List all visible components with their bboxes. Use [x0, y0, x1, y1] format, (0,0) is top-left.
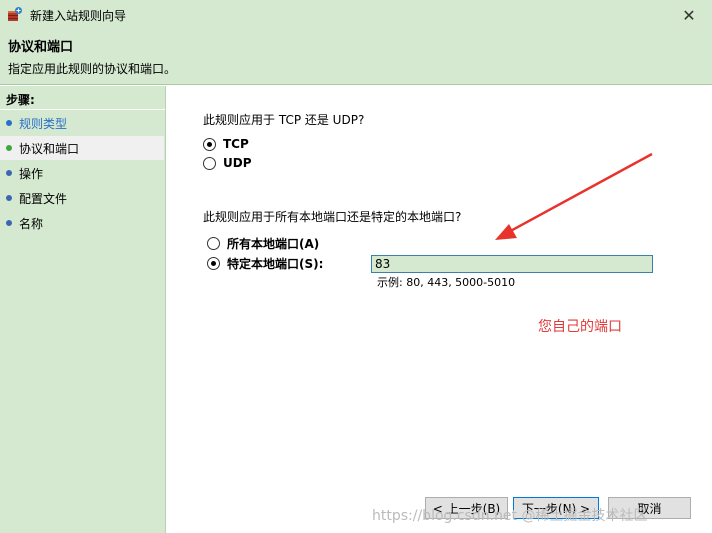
udp-label: UDP: [223, 156, 252, 170]
close-button[interactable]: ✕: [666, 0, 712, 30]
firewall-app-icon: [8, 7, 22, 21]
steps-heading: 步骤:: [6, 93, 35, 107]
specific-ports-label: 特定本地端口(S):: [227, 257, 324, 271]
step-label: 名称: [19, 216, 44, 231]
radio-circle: [203, 137, 216, 151]
step-label: 规则类型: [19, 116, 68, 131]
step-action[interactable]: 操作: [0, 161, 164, 185]
specific-ports-radio[interactable]: 特定本地端口(S):: [207, 255, 323, 272]
protocol-question: 此规则应用于 TCP 还是 UDP?: [203, 113, 365, 127]
port-input[interactable]: 83: [371, 255, 653, 273]
radio-circle: [203, 156, 216, 170]
tcp-label: TCP: [223, 137, 249, 151]
close-icon: ✕: [682, 5, 696, 25]
step-label: 协议和端口: [19, 141, 80, 156]
step-protocol-ports[interactable]: 协议和端口: [0, 136, 164, 160]
step-bullet-icon: [6, 120, 12, 126]
steps-divider: [0, 109, 165, 110]
tcp-radio[interactable]: TCP: [203, 137, 249, 151]
steps-sidebar: 步骤: 规则类型 协议和端口 操作 配置文件 名称: [0, 86, 166, 533]
page-subtitle: 指定应用此规则的协议和端口。: [8, 62, 177, 76]
step-label: 配置文件: [19, 191, 68, 206]
step-rule-type[interactable]: 规则类型: [0, 111, 164, 135]
step-profile[interactable]: 配置文件: [0, 186, 164, 210]
watermark: https://blog.csdn.net @稀土掘金技术社区: [372, 508, 648, 524]
radio-circle: [207, 257, 220, 270]
window-title: 新建入站规则向导: [30, 9, 127, 23]
content-panel: 此规则应用于 TCP 还是 UDP? TCP UDP 此规则应用于所有本地端口还…: [167, 86, 712, 533]
annotation-note: 您自己的端口: [538, 319, 622, 335]
radio-circle: [207, 237, 220, 250]
port-example-hint: 示例: 80, 443, 5000-5010: [377, 276, 516, 289]
ports-question: 此规则应用于所有本地端口还是特定的本地端口?: [203, 210, 462, 224]
udp-radio[interactable]: UDP: [203, 156, 252, 170]
step-bullet-icon: [6, 170, 12, 176]
step-name[interactable]: 名称: [0, 211, 164, 235]
all-ports-label: 所有本地端口(A): [227, 237, 320, 251]
page-title: 协议和端口: [8, 40, 74, 55]
step-bullet-icon: [6, 220, 12, 226]
wizard-header: 协议和端口 指定应用此规则的协议和端口。: [0, 30, 712, 85]
red-arrow-annotation: [495, 152, 653, 240]
step-bullet-icon: [6, 195, 12, 201]
step-bullet-icon: [6, 145, 12, 151]
step-label: 操作: [19, 166, 44, 181]
all-ports-radio[interactable]: 所有本地端口(A): [207, 235, 319, 252]
title-bar: 新建入站规则向导 ✕: [0, 0, 712, 30]
